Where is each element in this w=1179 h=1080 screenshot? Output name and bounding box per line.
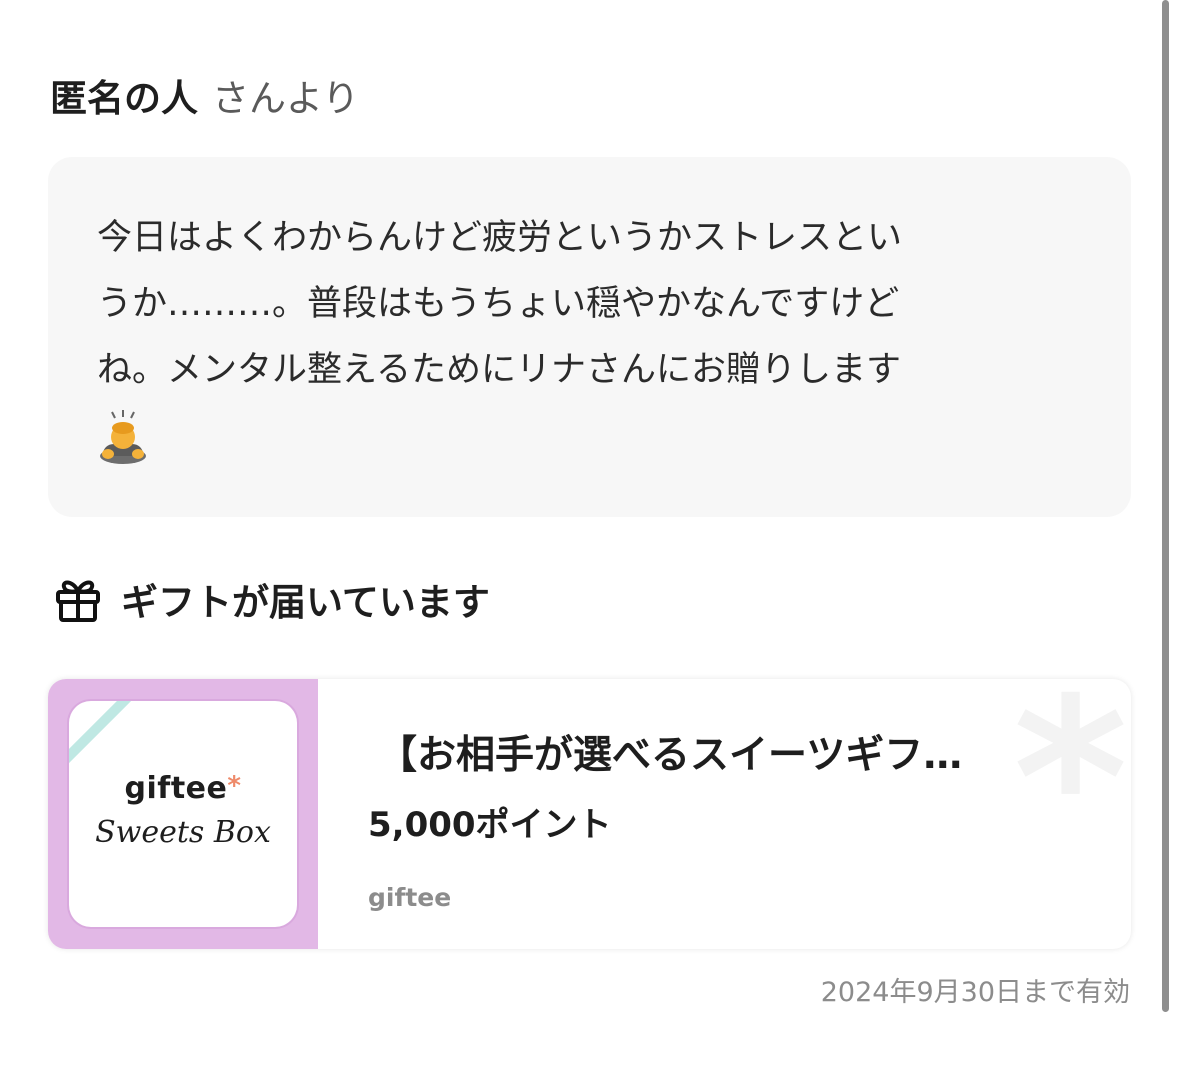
gift-title: 【お相手が選べるスイーツギフ… [378,733,963,778]
giftee-star-icon: * [227,771,242,801]
message-line: うか………。普段はもうちょい穏やかなんですけど [97,284,900,324]
decorative-asterisk-icon: * [1013,679,1129,907]
gift-message-page: 匿名の人 さんより 今日はよくわからんけど疲労というかストレスとい うか………。普… [0,0,1179,1080]
message-box [48,157,1131,517]
gift-points: 5,000ポイント [368,805,612,845]
gift-brand: giftee [368,883,452,912]
sender-name: 匿名の人 [50,77,198,120]
gift-section-header: ギフトが届いています [54,572,490,626]
message-line: 今日はよくわからんけど疲労というかストレスとい [97,218,903,258]
message-line: ね。メンタル整えるためにリナさんにお贈りします [97,350,901,390]
scrollbar[interactable] [1162,0,1169,1012]
gift-card[interactable]: * giftee* Sweets Box 【お相手が選べるスイーツギフ… 5,0… [48,679,1131,949]
gift-icon [56,580,100,622]
sender-line: 匿名の人 さんより [50,72,359,126]
gift-thumbnail-card: giftee* Sweets Box [69,701,297,927]
ribbon-decoration [69,701,145,772]
giftee-logo: giftee* [124,771,242,806]
person-bowing-emoji [100,410,146,464]
sweets-box-label: Sweets Box [95,815,271,850]
gift-thumbnail: giftee* Sweets Box [48,679,318,949]
gift-section-label: ギフトが届いています [121,581,490,624]
expiry-date: 2024年9月30日まで有効 [820,977,1130,1008]
sender-suffix: さんより [212,77,360,120]
